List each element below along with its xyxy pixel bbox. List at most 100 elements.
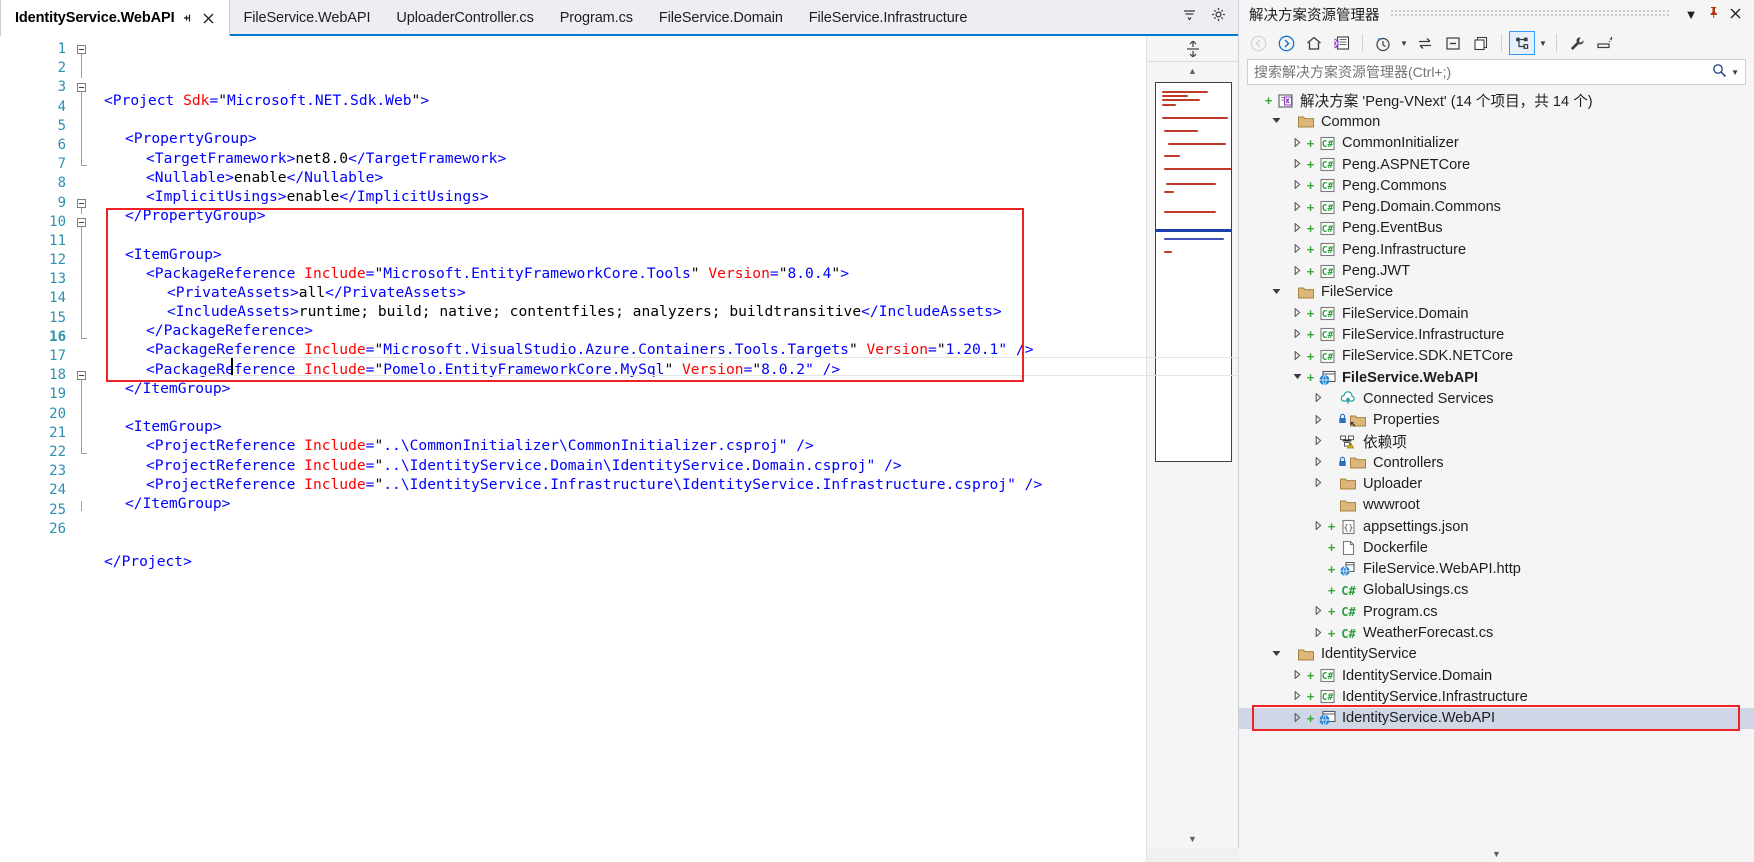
fold-collapse-icon[interactable] xyxy=(77,83,86,93)
code-line-10[interactable]: <PackageReference Include="Microsoft.Ent… xyxy=(94,264,1238,283)
tree-scroll-down-arrow[interactable]: ▼ xyxy=(1239,846,1754,862)
tree-node-3[interactable]: + C# Peng.ASPNETCore xyxy=(1239,154,1754,175)
editor-tab-0[interactable]: IdentityService.WebAPI xyxy=(0,0,230,36)
tab-list-dropdown-icon[interactable] xyxy=(1182,7,1197,27)
code-line-7[interactable]: </PropertyGroup> xyxy=(94,206,1238,225)
fold-collapse-icon[interactable] xyxy=(77,45,86,54)
code-line-2[interactable] xyxy=(94,110,1238,129)
tree-node-4[interactable]: + C# Peng.Commons xyxy=(1239,175,1754,196)
tree-node-16[interactable]: +! 依赖项 xyxy=(1239,431,1754,452)
expand-arrow-icon[interactable] xyxy=(1310,477,1326,489)
code-line-26[interactable] xyxy=(94,571,1238,590)
tree-node-12[interactable]: + C# FileService.SDK.NETCore xyxy=(1239,346,1754,367)
code-line-22[interactable]: </ItemGroup> xyxy=(94,494,1238,513)
tree-node-6[interactable]: + C# Peng.EventBus xyxy=(1239,218,1754,239)
tree-node-15[interactable]: + Properties xyxy=(1239,409,1754,430)
tree-node-28[interactable]: + C# IdentityService.Infrastructure xyxy=(1239,686,1754,707)
tree-node-10[interactable]: + C# FileService.Domain xyxy=(1239,303,1754,324)
code-line-17[interactable] xyxy=(94,398,1238,417)
expand-arrow-icon[interactable] xyxy=(1289,179,1305,191)
fold-collapse-icon[interactable] xyxy=(77,371,86,381)
split-view-icon[interactable] xyxy=(1147,36,1238,62)
editor-tab-1[interactable]: FileService.WebAPI xyxy=(230,0,383,36)
tree-node-29[interactable]: + IdentityService.WebAPI xyxy=(1239,707,1754,729)
preview-selected-items-icon[interactable] xyxy=(1592,31,1618,55)
tree-node-26[interactable]: + IdentityService xyxy=(1239,644,1754,665)
expand-arrow-icon[interactable] xyxy=(1289,669,1305,681)
expand-arrow-icon[interactable] xyxy=(1310,392,1326,404)
code-line-20[interactable]: <ProjectReference Include="..\IdentitySe… xyxy=(94,456,1238,475)
code-line-1[interactable]: <Project Sdk="Microsoft.NET.Sdk.Web"> xyxy=(94,91,1238,110)
tree-node-24[interactable]: + C# Program.cs xyxy=(1239,601,1754,622)
code-line-5[interactable]: <Nullable>enable</Nullable> xyxy=(94,168,1238,187)
solution-tree[interactable]: ▼ + 解决方案 'Peng-VNext' (14 个项目，共 14 个) + Com… xyxy=(1239,88,1754,862)
tab-close-icon[interactable] xyxy=(203,13,217,24)
tree-node-2[interactable]: + C# CommonInitializer xyxy=(1239,133,1754,154)
collapse-arrow-icon[interactable] xyxy=(1268,287,1284,298)
tree-node-13[interactable]: + FileService.WebAPI xyxy=(1239,367,1754,388)
tree-node-23[interactable]: + C# GlobalUsings.cs xyxy=(1239,580,1754,601)
tree-node-21[interactable]: + Dockerfile xyxy=(1239,537,1754,558)
search-dropdown-icon[interactable]: ▼ xyxy=(1731,68,1739,77)
back-icon[interactable] xyxy=(1245,31,1271,55)
code-line-25[interactable]: </Project> xyxy=(94,552,1238,571)
fold-row-18[interactable] xyxy=(72,366,94,387)
minimap[interactable] xyxy=(1155,82,1232,462)
expand-arrow-icon[interactable] xyxy=(1289,350,1305,362)
editor-tab-3[interactable]: Program.cs xyxy=(546,0,645,36)
expand-arrow-icon[interactable] xyxy=(1310,520,1326,532)
sync-with-active-document-icon[interactable] xyxy=(1412,31,1438,55)
code-line-19[interactable]: <ProjectReference Include="..\CommonInit… xyxy=(94,436,1238,455)
scrollbar-map-column[interactable]: ▲ ▼ xyxy=(1146,36,1754,862)
tree-node-9[interactable]: + FileService xyxy=(1239,282,1754,303)
tree-node-25[interactable]: + C# WeatherForecast.cs xyxy=(1239,622,1754,643)
panel-pin-icon[interactable] xyxy=(1702,6,1724,22)
tree-node-18[interactable]: + Uploader xyxy=(1239,473,1754,494)
collapse-arrow-icon[interactable] xyxy=(1268,116,1284,127)
expand-arrow-icon[interactable] xyxy=(1310,413,1326,426)
expand-arrow-icon[interactable] xyxy=(1310,456,1326,468)
scroll-up-arrow[interactable]: ▲ xyxy=(1147,62,1238,80)
code-line-12[interactable]: <IncludeAssets>runtime; build; native; c… xyxy=(94,302,1238,321)
collapse-all-icon[interactable] xyxy=(1440,31,1466,55)
code-text[interactable]: <Project Sdk="Microsoft.NET.Sdk.Web"> <P… xyxy=(94,36,1238,862)
editor-tab-4[interactable]: FileService.Domain xyxy=(645,0,795,36)
code-line-18[interactable]: <ItemGroup> xyxy=(94,417,1238,436)
fold-row-3[interactable] xyxy=(72,78,94,99)
pending-changes-dropdown-icon[interactable]: ▼ xyxy=(1398,39,1410,48)
search-icon[interactable] xyxy=(1708,63,1731,81)
tree-node-11[interactable]: + C# FileService.Infrastructure xyxy=(1239,324,1754,345)
code-line-13[interactable]: </PackageReference> xyxy=(94,321,1238,340)
panel-dropdown-icon[interactable]: ▼ xyxy=(1680,7,1702,22)
code-editor[interactable]: 1 2 3 4 5 6 7 8 9 10 11 12 13 14 15 16 17 18 19 20 21 22 23 24 2… xyxy=(0,36,1238,862)
forward-icon[interactable] xyxy=(1273,31,1299,55)
collapse-arrow-icon[interactable] xyxy=(1268,649,1284,660)
expand-arrow-icon[interactable] xyxy=(1310,435,1326,447)
tree-node-19[interactable]: + wwwroot xyxy=(1239,495,1754,516)
expand-arrow-icon[interactable] xyxy=(1289,201,1305,213)
properties-view-icon[interactable] xyxy=(1509,31,1535,55)
expand-arrow-icon[interactable] xyxy=(1289,137,1305,149)
tree-node-8[interactable]: + C# Peng.JWT xyxy=(1239,260,1754,281)
expand-arrow-icon[interactable] xyxy=(1310,626,1326,639)
tree-node-5[interactable]: + C# Peng.Domain.Commons xyxy=(1239,196,1754,217)
code-line-23[interactable] xyxy=(94,513,1238,532)
code-line-16[interactable]: </ItemGroup> xyxy=(94,379,1238,398)
tree-node-22[interactable]: + FileService.WebAPI.http xyxy=(1239,559,1754,580)
solution-explorer-view-icon[interactable] xyxy=(1329,31,1355,55)
editor-tab-5[interactable]: FileService.Infrastructure xyxy=(795,0,980,36)
tab-settings-gear-icon[interactable] xyxy=(1211,7,1226,27)
properties-view-dropdown-icon[interactable]: ▼ xyxy=(1537,39,1549,48)
expand-arrow-icon[interactable] xyxy=(1289,222,1305,234)
tree-node-20[interactable]: + {} appsettings.json xyxy=(1239,516,1754,537)
expand-arrow-icon[interactable] xyxy=(1289,712,1305,724)
code-line-8[interactable] xyxy=(94,225,1238,244)
tree-node-14[interactable]: + Connected Services xyxy=(1239,388,1754,409)
tab-pin-icon[interactable] xyxy=(182,12,196,24)
code-folding-column[interactable] xyxy=(72,36,94,862)
fold-collapse-icon[interactable] xyxy=(77,198,86,208)
expand-arrow-icon[interactable] xyxy=(1289,307,1305,319)
code-line-3[interactable]: <PropertyGroup> xyxy=(94,129,1238,148)
fold-row-1[interactable] xyxy=(72,40,94,60)
pending-changes-icon[interactable] xyxy=(1370,31,1396,55)
